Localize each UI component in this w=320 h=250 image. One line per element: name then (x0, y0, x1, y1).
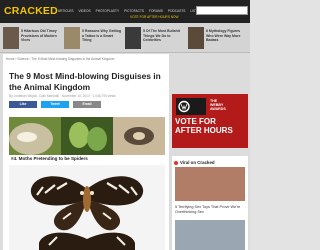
search-input[interactable] (196, 6, 248, 15)
breadcrumb[interactable]: Home › Science › The 9 Most Mind-blowing… (6, 57, 114, 61)
section-heading: #4. Moths Pretending to be Spiders (11, 156, 88, 161)
viral-link[interactable]: 5 Terrifying Sex Toys That Prove We're O… (175, 205, 247, 215)
cracked-logo[interactable]: CRACKED (4, 5, 58, 17)
article-panel: The 9 Most Mind-blowing Disguises in the… (3, 54, 169, 250)
article-title: The 9 Most Mind-blowing Disguises in the… (9, 71, 161, 92)
viral-thumbnail[interactable] (175, 167, 245, 201)
header-tagline[interactable]: VOTE FOR AFTER HOURS NOW (130, 15, 179, 19)
featured-title: 6 Mythology Figures Who Were Way More Ba… (206, 29, 241, 43)
webby-icon (176, 98, 206, 115)
webby-ad[interactable]: THE WEBBY AWARDS VOTE FOR AFTER HOURS (172, 94, 248, 148)
featured-thumbnail (125, 27, 141, 49)
moth-svg (9, 165, 165, 250)
email-button[interactable]: Email (73, 101, 101, 108)
featured-item[interactable]: 5 Hilarious Old Timey Provisions of Mode… (3, 27, 61, 49)
nav-pictofacts[interactable]: PICTOFACTS (124, 9, 144, 13)
viral-thumbnail[interactable] (175, 220, 245, 250)
featured-title: 5 Reasons Why Getting a Tattoo is a Smar… (82, 29, 122, 43)
hero-image (9, 117, 165, 155)
hero-svg (9, 117, 165, 155)
webby-logo (176, 98, 206, 115)
featured-thumbnail (3, 27, 19, 49)
viral-box: Viral on Cracked 5 Terrifying Sex Toys T… (172, 156, 248, 250)
featured-item[interactable]: 6 Mythology Figures Who Were Way More Ba… (188, 27, 246, 49)
featured-title: 5 Of The Most Bullshit Things We Do to C… (143, 29, 180, 43)
page: CRACKED ARTICLES VIDEOS PHOTOPLASTY PICT… (0, 0, 250, 250)
site-header: CRACKED ARTICLES VIDEOS PHOTOPLASTY PICT… (0, 0, 250, 23)
tweet-button[interactable]: Tweet (41, 101, 69, 108)
webby-awards-label: THE WEBBY AWARDS (210, 99, 226, 112)
main-nav: ARTICLES VIDEOS PHOTOPLASTY PICTOFACTS F… (58, 9, 199, 13)
sidebar: THE WEBBY AWARDS VOTE FOR AFTER HOURS Vi… (172, 54, 250, 250)
featured-title: 5 Hilarious Old Timey Provisions of Mode… (21, 29, 57, 43)
featured-thumbnail (188, 27, 204, 49)
viral-icon (174, 161, 178, 165)
moth-image (9, 165, 165, 250)
nav-videos[interactable]: VIDEOS (79, 9, 91, 13)
facebook-like-button[interactable]: Like (9, 101, 37, 108)
featured-strip: 5 Hilarious Old Timey Provisions of Mode… (0, 23, 250, 53)
featured-thumbnail (64, 27, 80, 49)
viral-heading: Viral on Cracked (180, 160, 215, 165)
nav-podcasts[interactable]: PODCASTS (168, 9, 186, 13)
featured-item[interactable]: 5 Reasons Why Getting a Tattoo is a Smar… (64, 27, 122, 49)
nav-forums[interactable]: FORUMS (149, 9, 163, 13)
nav-articles[interactable]: ARTICLES (58, 9, 74, 13)
article-byline: By Jonathan Wojcik, Colin Marshall · Nov… (9, 94, 116, 98)
featured-item[interactable]: 5 Of The Most Bullshit Things We Do to C… (125, 27, 183, 49)
vote-headline: VOTE FOR AFTER HOURS (175, 117, 233, 135)
nav-photoplasty[interactable]: PHOTOPLASTY (96, 9, 120, 13)
share-row: Like Tweet Email (9, 101, 101, 108)
